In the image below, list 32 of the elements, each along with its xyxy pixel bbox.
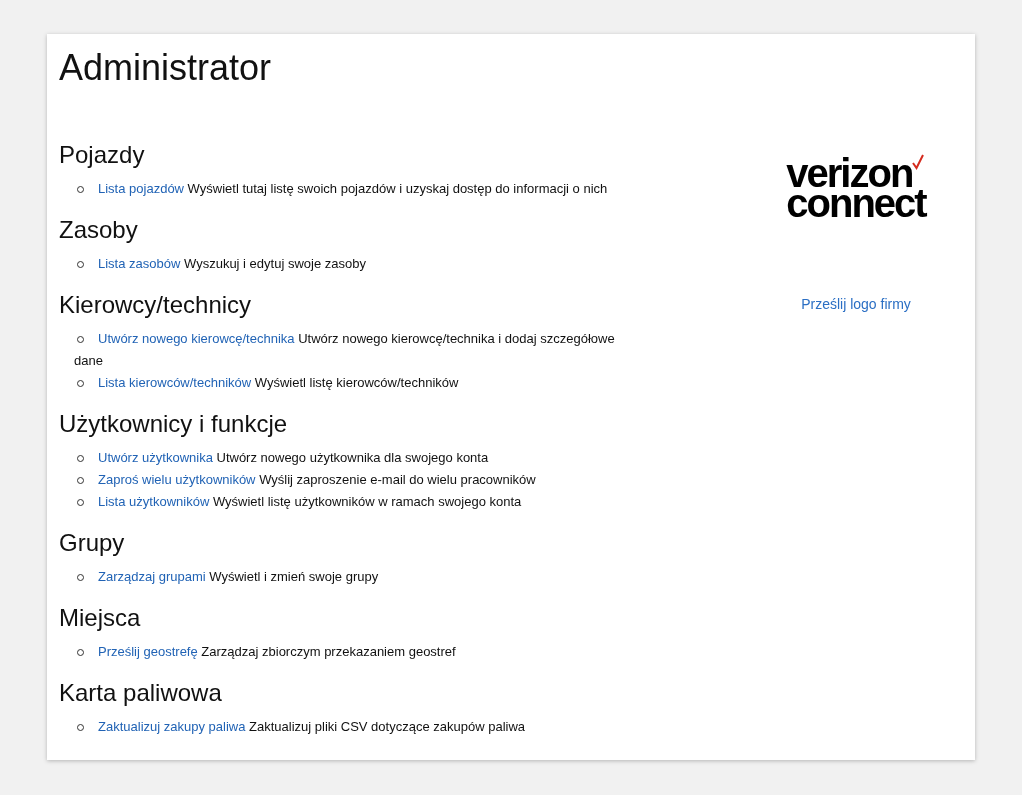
list-item: Lista zasobów Wyszukuj i edytuj swoje zasoby — [74, 253, 639, 275]
link[interactable]: Utwórz nowego kierowcę/technika — [98, 331, 295, 346]
list-item: Utwórz użytkownika Utwórz nowego użytkownika dla swojego konta — [74, 447, 639, 469]
check-icon — [912, 154, 925, 170]
section-heading: Grupy — [59, 528, 126, 558]
section-heading: Kierowcy/technicy — [59, 290, 253, 320]
link[interactable]: Lista kierowców/techników — [98, 375, 252, 390]
link[interactable]: Prześlij geostrefę — [98, 644, 198, 659]
link[interactable]: Zarządzaj grupami — [98, 569, 206, 584]
list-item: Utwórz nowego kierowcę/technika Utwórz nowego kierowcę/technika i dodaj szczegółowe dane — [74, 330, 616, 370]
section-heading: Karta paliwowa — [59, 678, 223, 708]
list-item: Lista kierowców/techników Wyświetl listę kierowców/techników — [74, 372, 639, 394]
logo-text: verizon — [786, 158, 913, 188]
link[interactable]: Lista pojazdów — [98, 181, 184, 196]
link[interactable]: Zaktualizuj zakupy paliwa — [98, 719, 246, 734]
link[interactable]: Lista użytkowników — [98, 494, 210, 509]
upload-logo-link[interactable]: Prześlij logo firmy — [801, 296, 911, 312]
link[interactable]: Utwórz użytkownika — [98, 450, 213, 465]
list-item: Lista pojazdów Wyświetl tutaj listę swoich pojazdów i uzyskaj dostęp do informacji o nich — [74, 178, 639, 200]
link[interactable]: Zaproś wielu użytkowników — [98, 472, 256, 487]
page-title: Administrator — [59, 46, 273, 90]
list-item: Zaktualizuj zakupy paliwa Zaktualizuj pliki CSV dotyczące zakupów paliwa — [74, 716, 639, 738]
section-heading: Miejsca — [59, 603, 142, 633]
list-item: Lista użytkowników Wyświetl listę użytkowników w ramach swojego konta — [74, 491, 639, 513]
section-heading: Zasoby — [59, 215, 139, 245]
link[interactable]: Lista zasobów — [98, 256, 181, 271]
section-heading: Użytkownicy i funkcje — [59, 409, 289, 439]
logo-text: connect — [786, 188, 926, 218]
list-item: Zarządzaj grupami Wyświetl i zmień swoje grupy — [74, 566, 639, 588]
section-heading: Pojazdy — [59, 140, 146, 170]
list-item: Prześlij geostrefę Zarządzaj zbiorczym przekazaniem geostref — [74, 641, 639, 663]
list-item: Zaproś wielu użytkowników Wyślij zaproszenie e-mail do wielu pracowników — [74, 469, 639, 491]
